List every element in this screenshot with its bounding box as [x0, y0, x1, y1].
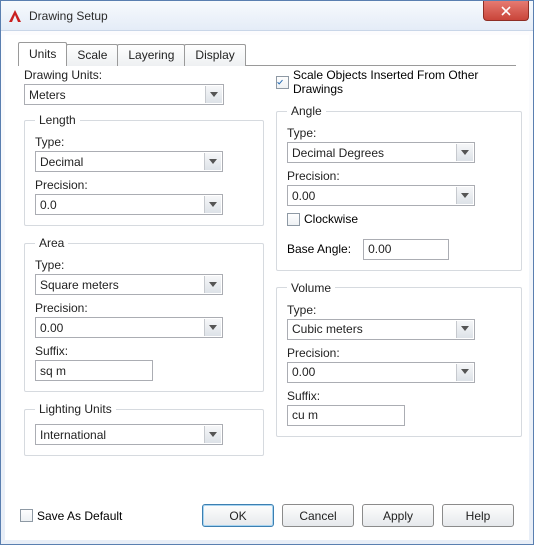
- volume-suffix-label: Suffix:: [287, 389, 511, 403]
- angle-legend: Angle: [287, 104, 326, 118]
- angle-precision-select[interactable]: 0.00: [287, 185, 475, 206]
- save-as-default-checkbox[interactable]: Save As Default: [20, 509, 122, 523]
- area-suffix-label: Suffix:: [35, 344, 253, 358]
- cancel-button[interactable]: Cancel: [282, 504, 354, 527]
- chevron-down-icon: [205, 86, 222, 103]
- button-row: Save As Default OK Cancel Apply Help: [20, 504, 514, 527]
- volume-legend: Volume: [287, 281, 335, 295]
- lighting-value: International: [40, 428, 106, 442]
- scale-objects-label: Scale Objects Inserted From Other Drawin…: [293, 68, 522, 96]
- chevron-down-icon: [456, 364, 473, 381]
- chevron-down-icon: [456, 144, 473, 161]
- units-page: Drawing Units: Meters Length Type: Decim…: [18, 68, 516, 495]
- chevron-down-icon: [204, 196, 221, 213]
- area-group: Area Type: Square meters Precision: 0.00: [24, 236, 264, 392]
- chevron-down-icon: [204, 153, 221, 170]
- close-button[interactable]: [483, 1, 529, 21]
- check-icon: [277, 77, 283, 88]
- angle-group: Angle Type: Decimal Degrees Precision: 0…: [276, 104, 522, 271]
- drawing-units-label: Drawing Units:: [24, 68, 264, 82]
- area-precision-value: 0.00: [40, 321, 63, 335]
- drawing-units-value: Meters: [29, 88, 66, 102]
- area-type-label: Type:: [35, 258, 253, 272]
- volume-precision-select[interactable]: 0.00: [287, 362, 475, 383]
- length-type-value: Decimal: [40, 155, 83, 169]
- tab-display[interactable]: Display: [184, 44, 245, 66]
- chevron-down-icon: [456, 187, 473, 204]
- lighting-group: Lighting Units International: [24, 402, 264, 456]
- checkbox-box: [20, 509, 33, 522]
- scale-objects-row: Scale Objects Inserted From Other Drawin…: [276, 68, 522, 96]
- volume-precision-label: Precision:: [287, 346, 511, 360]
- app-icon: [7, 8, 23, 24]
- scale-objects-checkbox[interactable]: Scale Objects Inserted From Other Drawin…: [276, 68, 522, 96]
- angle-type-label: Type:: [287, 126, 511, 140]
- area-type-select[interactable]: Square meters: [35, 274, 223, 295]
- ok-button[interactable]: OK: [202, 504, 274, 527]
- length-type-label: Type:: [35, 135, 253, 149]
- volume-suffix-input[interactable]: cu m: [287, 405, 405, 426]
- chevron-down-icon: [204, 319, 221, 336]
- tab-units[interactable]: Units: [18, 42, 67, 66]
- area-precision-select[interactable]: 0.00: [35, 317, 223, 338]
- apply-button[interactable]: Apply: [362, 504, 434, 527]
- chevron-down-icon: [204, 276, 221, 293]
- area-suffix-input[interactable]: sq m: [35, 360, 153, 381]
- area-legend: Area: [35, 236, 68, 250]
- clockwise-label: Clockwise: [304, 212, 358, 226]
- titlebar: Drawing Setup: [1, 1, 533, 31]
- length-type-select[interactable]: Decimal: [35, 151, 223, 172]
- tab-scale[interactable]: Scale: [66, 44, 118, 66]
- volume-group: Volume Type: Cubic meters Precision: 0.0…: [276, 281, 522, 437]
- volume-type-label: Type:: [287, 303, 511, 317]
- area-type-value: Square meters: [40, 278, 119, 292]
- length-precision-select[interactable]: 0.0: [35, 194, 223, 215]
- chevron-down-icon: [204, 426, 221, 443]
- chevron-down-icon: [456, 321, 473, 338]
- length-group: Length Type: Decimal Precision: 0.0: [24, 113, 264, 226]
- close-icon: [501, 6, 511, 16]
- area-precision-label: Precision:: [35, 301, 253, 315]
- tab-strip: Units Scale Layering Display: [18, 44, 528, 66]
- lighting-select[interactable]: International: [35, 424, 223, 445]
- length-precision-value: 0.0: [40, 198, 57, 212]
- tab-layering[interactable]: Layering: [117, 44, 185, 66]
- window-title: Drawing Setup: [29, 9, 108, 23]
- volume-suffix-value: cu m: [292, 408, 318, 422]
- base-angle-label: Base Angle:: [287, 242, 351, 256]
- drawing-units-select[interactable]: Meters: [24, 84, 224, 105]
- length-legend: Length: [35, 113, 80, 127]
- dialog-window: Drawing Setup Units Scale Layering Displ…: [0, 0, 534, 545]
- base-angle-value: 0.00: [368, 242, 391, 256]
- angle-type-select[interactable]: Decimal Degrees: [287, 142, 475, 163]
- help-button[interactable]: Help: [442, 504, 514, 527]
- lighting-legend: Lighting Units: [35, 402, 116, 416]
- right-column: Scale Objects Inserted From Other Drawin…: [276, 68, 522, 447]
- length-precision-label: Precision:: [35, 178, 253, 192]
- checkbox-box-checked: [276, 76, 289, 89]
- client-area: Units Scale Layering Display Drawing Uni…: [5, 35, 529, 540]
- angle-precision-value: 0.00: [292, 189, 315, 203]
- angle-precision-label: Precision:: [287, 169, 511, 183]
- clockwise-checkbox[interactable]: Clockwise: [287, 212, 358, 226]
- save-as-default-label: Save As Default: [37, 509, 122, 523]
- checkbox-box: [287, 213, 300, 226]
- volume-type-select[interactable]: Cubic meters: [287, 319, 475, 340]
- base-angle-input[interactable]: 0.00: [363, 239, 449, 260]
- angle-type-value: Decimal Degrees: [292, 146, 384, 160]
- volume-precision-value: 0.00: [292, 365, 315, 379]
- volume-type-value: Cubic meters: [292, 322, 363, 336]
- area-suffix-value: sq m: [40, 364, 66, 378]
- left-column: Drawing Units: Meters Length Type: Decim…: [24, 68, 264, 466]
